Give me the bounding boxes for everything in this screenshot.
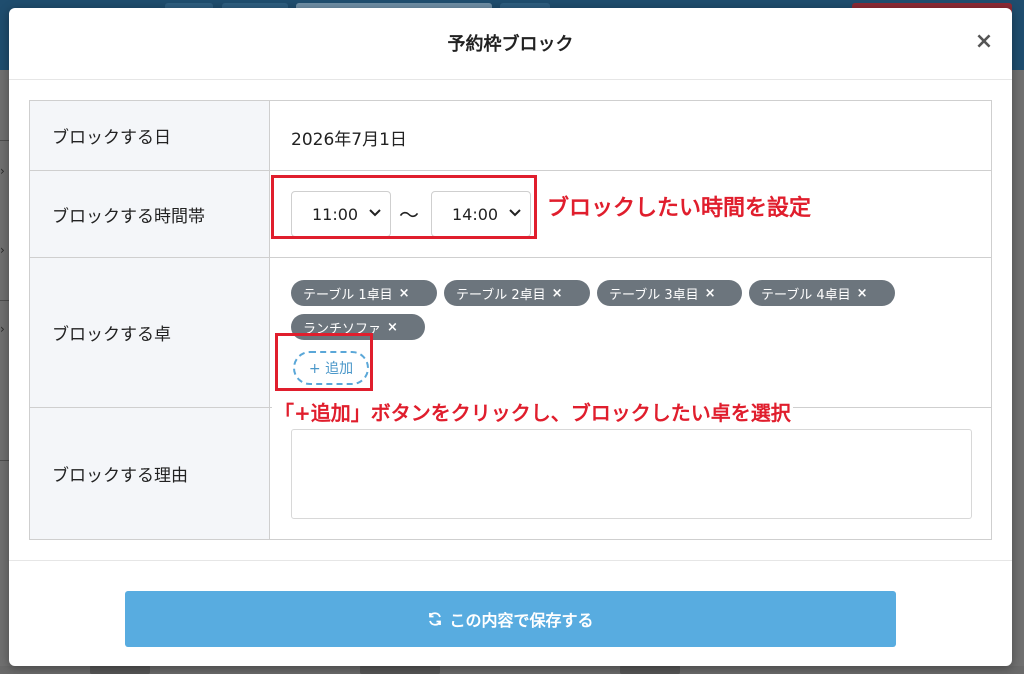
end-time-value: 14:00: [452, 204, 499, 224]
remove-tag-icon[interactable]: ×: [552, 286, 563, 301]
remove-tag-icon[interactable]: ×: [387, 320, 398, 335]
table-tag-label: ランチソファ: [303, 321, 382, 337]
tables-value-cell: テーブル 1卓目 × テーブル 2卓目 × テーブル 3卓目 × テーブル 4卓…: [271, 258, 991, 407]
table-tag-label: テーブル 3卓目: [609, 287, 699, 303]
date-value: 2026年7月1日: [291, 130, 407, 150]
table-tag: テーブル 1卓目 ×: [291, 280, 437, 306]
start-time-value: 11:00: [312, 204, 359, 224]
form-row-date: ブロックする日 2026年7月1日: [30, 101, 991, 171]
modal-footer: この内容で保存する: [9, 560, 1012, 666]
add-table-button[interactable]: + 追加: [293, 351, 369, 385]
table-tag: テーブル 4卓目 ×: [749, 280, 895, 306]
remove-tag-icon[interactable]: ×: [857, 286, 868, 301]
table-tag-label: テーブル 1卓目: [303, 287, 393, 303]
reason-label: ブロックする理由: [30, 408, 270, 539]
table-tag-label: テーブル 4卓目: [761, 287, 851, 303]
date-value-cell: 2026年7月1日: [271, 101, 991, 170]
block-form: ブロックする日 2026年7月1日 ブロックする時間帯 11:00 ～ 14:0…: [29, 100, 992, 540]
tables-label: ブロックする卓: [30, 258, 270, 407]
close-icon[interactable]: ×: [974, 30, 994, 54]
refresh-icon: [427, 611, 443, 627]
table-tag: テーブル 3卓目 ×: [597, 280, 742, 306]
table-tag-label: テーブル 2卓目: [456, 287, 546, 303]
save-button-label: この内容で保存する: [449, 611, 594, 630]
background-chip: [90, 665, 150, 674]
table-tag: ランチソファ ×: [291, 314, 425, 340]
time-label: ブロックする時間帯: [30, 171, 270, 257]
add-annotation-text: 「+追加」ボタンをクリックし、ブロックしたい卓を選択: [272, 397, 793, 426]
modal-title: 予約枠ブロック: [447, 34, 574, 55]
background-bottom-strip: [0, 666, 1024, 674]
start-time-select[interactable]: 11:00: [291, 191, 391, 237]
date-label: ブロックする日: [30, 101, 270, 170]
background-chip: [360, 665, 440, 674]
end-time-select[interactable]: 14:00: [431, 191, 531, 237]
time-annotation-text: ブロックしたい時間を設定: [547, 196, 812, 221]
form-row-time: ブロックする時間帯 11:00 ～ 14:00: [30, 171, 991, 258]
block-reservation-modal: 予約枠ブロック × ブロックする日 2026年7月1日 ブロックする時間帯 11…: [9, 8, 1012, 666]
form-row-reason: ブロックする理由: [30, 408, 991, 539]
background-chip: [620, 665, 680, 674]
reason-textarea[interactable]: [291, 429, 972, 519]
save-button[interactable]: この内容で保存する: [125, 591, 896, 647]
modal-header: 予約枠ブロック ×: [9, 8, 1012, 80]
chevron-down-icon: [369, 209, 381, 217]
table-tag: テーブル 2卓目 ×: [444, 280, 590, 306]
remove-tag-icon[interactable]: ×: [705, 286, 716, 301]
time-separator: ～: [399, 203, 419, 227]
reason-value-cell: [271, 408, 991, 539]
remove-tag-icon[interactable]: ×: [399, 286, 410, 301]
form-row-tables: ブロックする卓 テーブル 1卓目 × テーブル 2卓目 × テーブル 3卓目 ×…: [30, 258, 991, 408]
chevron-down-icon: [509, 209, 521, 217]
